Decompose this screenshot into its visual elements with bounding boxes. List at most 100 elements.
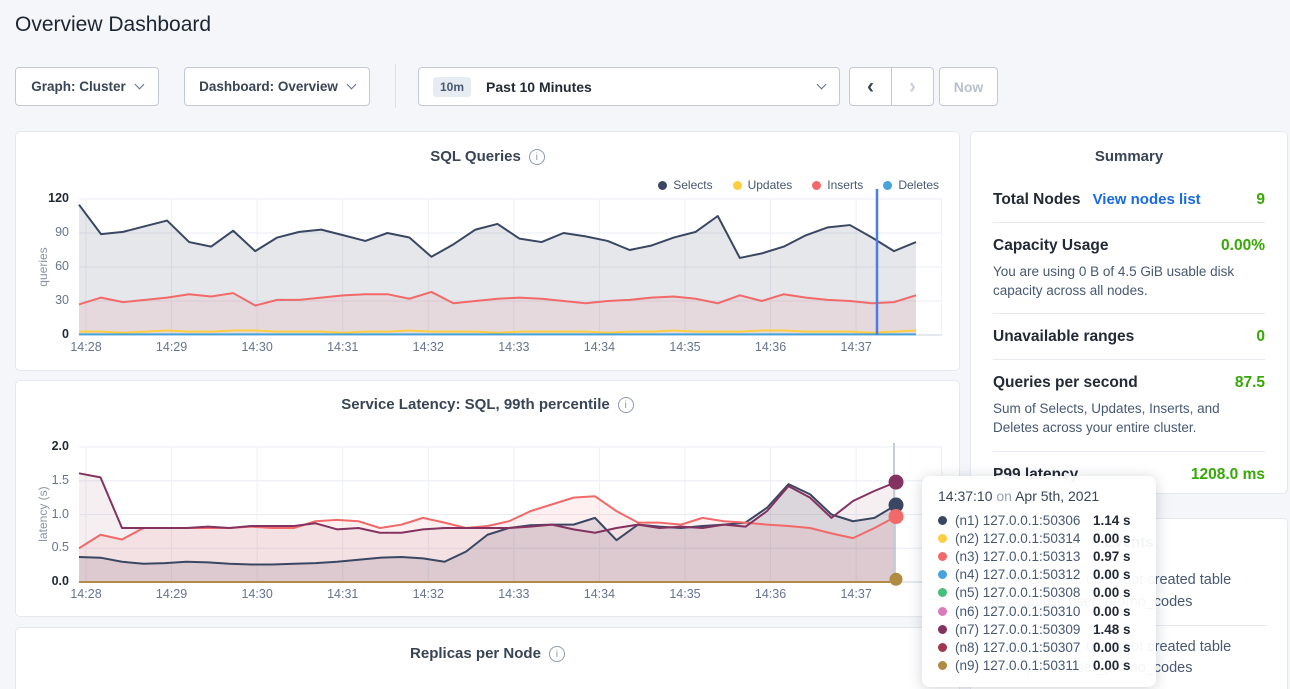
x-axis-tick-label: 14:29 — [140, 587, 204, 601]
total-nodes-value: 9 — [1256, 191, 1265, 209]
summary-row-queries-per-second: Queries per second 87.5 Sum of Selects, … — [993, 359, 1265, 450]
tooltip-node-address: (n4) 127.0.0.1:50312 — [955, 567, 1085, 582]
node-color-dot-icon — [938, 516, 947, 525]
graph-dropdown[interactable]: Graph: Cluster — [15, 67, 159, 106]
summary-panel: Summary Total Nodes View nodes list 9 Ca… — [970, 131, 1288, 494]
service-latency-chart-card: Service Latency: SQL, 99th percentile i … — [15, 380, 960, 617]
replicas-per-node-chart-title: Replicas per Node — [410, 645, 541, 662]
tooltip-node-row: (n8) 127.0.0.1:50307 0.00 s — [938, 638, 1140, 656]
y-axis-tick-label: 60 — [25, 259, 69, 273]
tooltip-node-row: (n4) 127.0.0.1:50312 0.00 s — [938, 566, 1140, 584]
view-nodes-list-link[interactable]: View nodes list — [1093, 191, 1201, 208]
time-range-picker[interactable]: 10m Past 10 Minutes — [418, 67, 840, 106]
node-color-dot-icon — [938, 607, 947, 616]
node-color-dot-icon — [938, 534, 947, 543]
chevron-down-icon — [817, 80, 827, 90]
p99-latency-value: 1208.0 ms — [1191, 466, 1265, 484]
dashboard-dropdown-label: Dashboard: Overview — [199, 79, 338, 94]
x-axis-tick-label: 14:36 — [739, 340, 803, 354]
y-axis-tick-label: 30 — [25, 293, 69, 307]
tooltip-node-address: (n8) 127.0.0.1:50307 — [955, 640, 1085, 655]
capacity-usage-value: 0.00% — [1221, 237, 1265, 255]
y-axis-tick-label: 0 — [25, 327, 69, 341]
x-axis-tick-label: 14:33 — [482, 587, 546, 601]
chart-hover-tooltip: 14:37:10 on Apr 5th, 2021 (n1) 127.0.0.1… — [922, 476, 1156, 687]
x-axis-tick-label: 14:28 — [54, 587, 118, 601]
tooltip-node-row: (n5) 127.0.0.1:503080.00 s — [938, 584, 1140, 602]
summary-row-capacity-usage: Capacity Usage 0.00% You are using 0 B o… — [993, 222, 1265, 313]
tooltip-node-latency: 0.97 s — [1093, 549, 1131, 564]
sql-queries-plot[interactable] — [16, 132, 961, 372]
tooltip-node-latency: 0.00 s — [1093, 604, 1131, 619]
x-axis-tick-label: 14:35 — [653, 587, 717, 601]
capacity-usage-description: You are using 0 B of 4.5 GiB usable disk… — [993, 262, 1265, 300]
x-axis-tick-label: 14:28 — [54, 340, 118, 354]
x-axis-tick-label: 14:31 — [311, 587, 375, 601]
info-icon[interactable]: i — [549, 646, 565, 662]
summary-row-unavailable-ranges: Unavailable ranges 0 — [993, 313, 1265, 359]
tooltip-node-latency: 1.14 s — [1093, 513, 1131, 528]
tooltip-node-latency: 0.00 s — [1093, 531, 1131, 546]
tooltip-node-latency: 0.00 s — [1093, 585, 1131, 600]
x-axis-tick-label: 14:31 — [311, 340, 375, 354]
y-axis-tick-label: 0.0 — [25, 574, 69, 588]
tooltip-node-latency: 0.00 s — [1093, 567, 1131, 582]
now-button[interactable]: Now — [939, 67, 998, 106]
tooltip-node-row: (n1) 127.0.0.1:50306 1.14 s — [938, 511, 1140, 529]
tooltip-node-row: (n9) 127.0.0.1:50311 0.00 s — [938, 657, 1140, 675]
node-color-dot-icon — [938, 643, 947, 652]
summary-row-total-nodes: Total Nodes View nodes list 9 — [993, 177, 1265, 222]
tooltip-node-latency: 0.00 s — [1093, 658, 1131, 673]
tooltip-node-latency: 1.48 s — [1093, 622, 1131, 637]
x-axis-tick-label: 14:32 — [396, 587, 460, 601]
x-axis-tick-label: 14:30 — [225, 587, 289, 601]
x-axis-tick-label: 14:36 — [739, 587, 803, 601]
y-axis-tick-label: 1.5 — [25, 473, 69, 487]
graph-dropdown-label: Graph: Cluster — [31, 79, 126, 94]
next-arrow-icon: › — [909, 75, 916, 99]
x-axis-tick-label: 14:34 — [567, 587, 631, 601]
x-axis-tick-label: 14:37 — [824, 340, 888, 354]
summary-title: Summary — [1095, 148, 1163, 165]
time-prev-button[interactable]: ‹ — [849, 67, 892, 106]
queries-per-second-label: Queries per second — [993, 374, 1138, 392]
chevron-down-icon — [134, 80, 144, 90]
tooltip-timestamp: 14:37:10 on Apr 5th, 2021 — [938, 488, 1140, 504]
unavailable-ranges-label: Unavailable ranges — [993, 328, 1134, 346]
x-axis-tick-label: 14:35 — [653, 340, 717, 354]
tooltip-node-address: (n9) 127.0.0.1:50311 — [955, 658, 1085, 673]
queries-per-second-description: Sum of Selects, Updates, Inserts, and De… — [993, 399, 1265, 437]
node-color-dot-icon — [938, 661, 947, 670]
x-axis-tick-label: 14:29 — [140, 340, 204, 354]
replicas-per-node-chart-card: Replicas per Node i — [15, 627, 960, 689]
time-range-badge: 10m — [433, 77, 471, 97]
tooltip-node-address: (n1) 127.0.0.1:50306 — [955, 513, 1085, 528]
toolbar-divider — [395, 64, 396, 108]
queries-per-second-value: 87.5 — [1235, 374, 1265, 392]
x-axis-tick-label: 14:33 — [482, 340, 546, 354]
dashboard-dropdown[interactable]: Dashboard: Overview — [184, 67, 370, 106]
tooltip-node-address: (n6) 127.0.0.1:50310 — [955, 604, 1085, 619]
tooltip-node-row: (n2) 127.0.0.1:503140.00 s — [938, 529, 1140, 547]
tooltip-node-latency: 0.00 s — [1093, 640, 1131, 655]
node-color-dot-icon — [938, 570, 947, 579]
page-title: Overview Dashboard — [15, 13, 211, 37]
service-latency-plot[interactable] — [16, 381, 961, 618]
node-color-dot-icon — [938, 588, 947, 597]
tooltip-node-address: (n7) 127.0.0.1:50309 — [955, 622, 1085, 637]
tooltip-node-row: (n6) 127.0.0.1:50310 0.00 s — [938, 602, 1140, 620]
y-axis-tick-label: 120 — [25, 191, 69, 205]
unavailable-ranges-value: 0 — [1256, 328, 1265, 346]
x-axis-tick-label: 14:37 — [824, 587, 888, 601]
tooltip-node-row: (n7) 127.0.0.1:50309 1.48 s — [938, 620, 1140, 638]
tooltip-node-row: (n3) 127.0.0.1:50313 0.97 s — [938, 547, 1140, 565]
tooltip-node-address: (n3) 127.0.0.1:50313 — [955, 549, 1085, 564]
time-next-button[interactable]: › — [891, 67, 934, 106]
x-axis-tick-label: 14:34 — [567, 340, 631, 354]
capacity-usage-label: Capacity Usage — [993, 237, 1108, 255]
total-nodes-label: Total Nodes — [993, 191, 1081, 209]
chevron-down-icon — [346, 80, 356, 90]
time-range-label: Past 10 Minutes — [486, 79, 592, 95]
y-axis-tick-label: 2.0 — [25, 439, 69, 453]
sql-queries-chart-card: SQL Queries i SelectsUpdatesInsertsDelet… — [15, 131, 960, 371]
